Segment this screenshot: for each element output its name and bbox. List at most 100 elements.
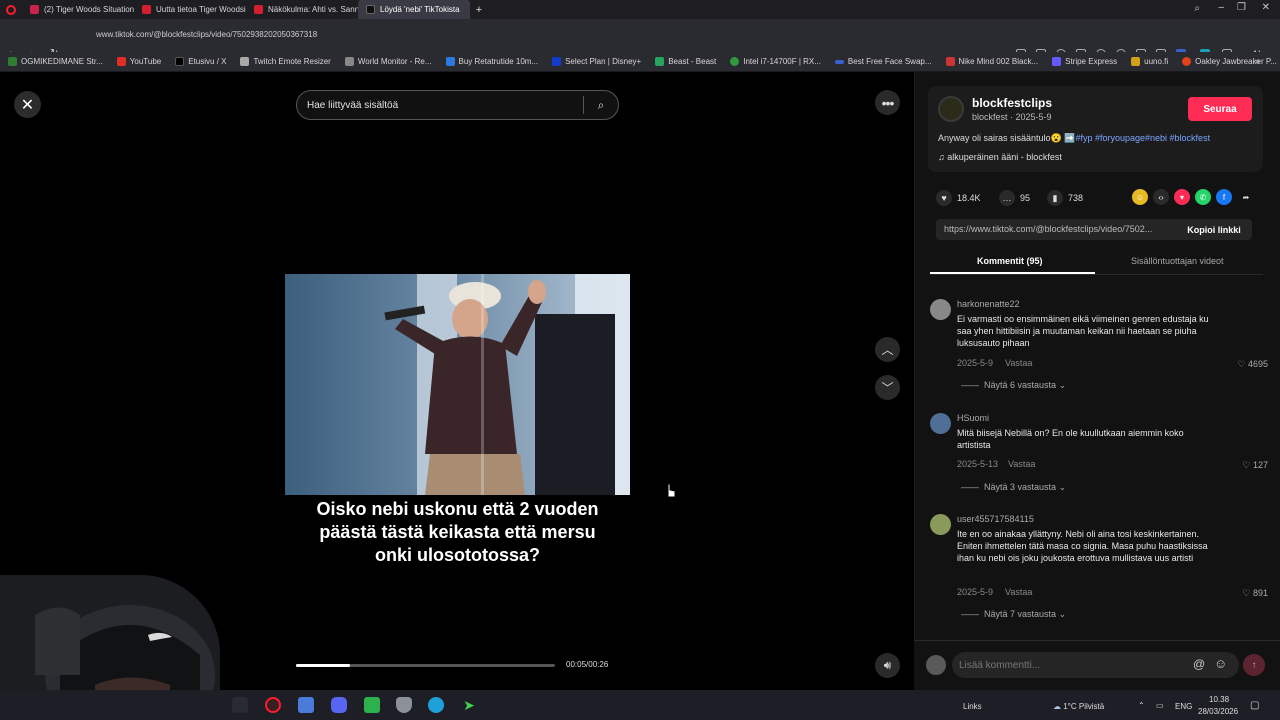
more-options-button[interactable]: ••• bbox=[875, 90, 900, 115]
bookmark-item[interactable]: Beast - Beast bbox=[655, 57, 716, 66]
video-progress-bar[interactable] bbox=[296, 664, 555, 667]
new-tab-icon[interactable]: + bbox=[470, 4, 488, 16]
reply-button[interactable]: Vastaa bbox=[1005, 587, 1032, 597]
bookmark-item[interactable]: World Monitor - Re... bbox=[344, 57, 432, 66]
commenter-avatar[interactable] bbox=[930, 514, 951, 535]
related-search-bar[interactable]: Hae liittyvää sisältöä ⌕ bbox=[296, 90, 619, 120]
bookmark-item[interactable]: Best Free Face Swap... bbox=[834, 57, 932, 66]
bookmark-label: Twitch Emote Resizer bbox=[253, 57, 331, 66]
bookmark-item[interactable]: Twitch Emote Resizer bbox=[240, 57, 331, 66]
embed-icon[interactable]: ‹› bbox=[1153, 189, 1169, 205]
browser-tab[interactable]: Uutta tietoa Tiger Woodsi bbox=[134, 0, 246, 19]
save-button[interactable]: ▮ 738 bbox=[1047, 190, 1083, 206]
description-text: Anyway oli sairas sisääntulo😮 ➡️ bbox=[938, 133, 1076, 143]
whatsapp-icon[interactable]: ✆ bbox=[1195, 189, 1211, 205]
opera-logo-icon[interactable] bbox=[0, 0, 22, 19]
comment-like-button[interactable]: ♡ 127 bbox=[1242, 460, 1268, 471]
reply-button[interactable]: Vastaa bbox=[1008, 459, 1035, 469]
commenter-avatar[interactable] bbox=[930, 299, 951, 320]
bookmark-item[interactable]: Nike Mind 002 Black... bbox=[945, 57, 1038, 66]
bookmark-item[interactable]: Intel i7-14700F | RX... bbox=[730, 57, 821, 66]
emoji-icon[interactable]: ☺ bbox=[1214, 656, 1227, 671]
bookmark-item[interactable]: OGMIKEDIMANE Str... bbox=[8, 57, 103, 66]
browser-tab-active[interactable]: Löydä 'nebi' TikTokista bbox=[358, 0, 470, 19]
facebook-icon[interactable]: f bbox=[1216, 189, 1232, 205]
video-progress-fill bbox=[296, 664, 351, 667]
next-video-button[interactable]: ﹀ bbox=[875, 375, 900, 400]
tab-creator-videos[interactable]: Sisällöntuottajan videot bbox=[1131, 256, 1224, 266]
notification-icon[interactable]: ▢ bbox=[1250, 700, 1259, 711]
kick-icon[interactable]: ➤ bbox=[461, 697, 477, 713]
close-window-icon[interactable]: ✕ bbox=[1262, 2, 1270, 13]
comment-button[interactable]: … 95 bbox=[999, 190, 1030, 206]
bookmark-label: Select Plan | Disney+ bbox=[565, 57, 642, 66]
opera-gx-icon[interactable] bbox=[265, 697, 281, 713]
bookmark-item[interactable]: Buy Retatrutide 10m... bbox=[445, 57, 538, 66]
sound-link[interactable]: ♫ alkuperäinen ääni - blockfest bbox=[938, 152, 1062, 162]
tab-divider bbox=[930, 274, 1263, 275]
bookmark-item[interactable]: Stripe Express bbox=[1052, 57, 1117, 66]
show-replies-button[interactable]: —— Näytä 3 vastausta ⌄ bbox=[961, 482, 1066, 493]
author-name[interactable]: blockfestclips bbox=[972, 96, 1052, 110]
previous-video-button[interactable]: ︿ bbox=[875, 337, 900, 362]
network-icon[interactable]: ▭ bbox=[1156, 701, 1164, 710]
bookmark-item[interactable]: uuno.fi bbox=[1131, 57, 1168, 66]
follow-button[interactable]: Seuraa bbox=[1188, 97, 1252, 121]
clock-time[interactable]: 10.38 bbox=[1209, 695, 1229, 704]
oakley-icon bbox=[1182, 57, 1192, 66]
language-indicator[interactable]: ENG bbox=[1175, 702, 1192, 711]
comment-icon: … bbox=[999, 190, 1015, 206]
video-frame[interactable] bbox=[285, 274, 630, 495]
heart-outline-icon: ♡ bbox=[1237, 359, 1248, 369]
game-launcher-icon[interactable] bbox=[364, 697, 380, 713]
send-icon[interactable]: ▾ bbox=[1174, 189, 1190, 205]
close-video-button[interactable]: ✕ bbox=[14, 91, 41, 118]
mention-icon[interactable]: @ bbox=[1193, 657, 1205, 671]
bookmark-favicon-icon bbox=[655, 57, 665, 66]
friends-share-icon[interactable]: ☺ bbox=[1132, 189, 1148, 205]
task-view-icon[interactable] bbox=[232, 697, 248, 713]
edge-icon[interactable] bbox=[428, 697, 444, 713]
tray-chevron-icon[interactable]: ⌃ bbox=[1138, 701, 1145, 710]
hashtags[interactable]: #fyp #foryoupage#nebi #blockfest bbox=[1075, 133, 1210, 143]
app-icon[interactable] bbox=[298, 697, 314, 713]
comment-like-button[interactable]: ♡ 891 bbox=[1242, 588, 1268, 599]
browser-tab[interactable]: Näkökulma: Ahti vs. Sann bbox=[246, 0, 358, 19]
share-icon[interactable]: ➦ bbox=[1238, 189, 1254, 205]
show-replies-button[interactable]: —— Näytä 6 vastausta ⌄ bbox=[961, 380, 1066, 391]
commenter-avatar[interactable] bbox=[930, 413, 951, 434]
show-replies-button[interactable]: —— Näytä 7 vastausta ⌄ bbox=[961, 609, 1066, 620]
bookmark-item[interactable]: Etusivu / X bbox=[175, 57, 226, 66]
search-input[interactable]: Hae liittyvää sisältöä bbox=[297, 100, 583, 111]
author-avatar[interactable] bbox=[938, 96, 964, 122]
show-replies-label: Näytä 7 vastausta bbox=[984, 609, 1057, 619]
comment-username[interactable]: HSuomi bbox=[957, 413, 989, 423]
comment-like-button[interactable]: ♡ 4695 bbox=[1237, 359, 1268, 370]
weather-widget[interactable]: ☁ 1°C Pilvistä bbox=[1053, 702, 1104, 711]
maximize-icon[interactable]: ❐ bbox=[1237, 2, 1246, 13]
tab-comments[interactable]: Kommentit (95) bbox=[977, 256, 1043, 266]
links-toolbar[interactable]: Links bbox=[963, 702, 982, 711]
volume-icon: 🔊︎ bbox=[883, 658, 892, 672]
bookmarks-overflow-icon[interactable]: » bbox=[1255, 56, 1260, 66]
minimize-icon[interactable]: – bbox=[1218, 2, 1224, 13]
browser-tab[interactable]: (2) Tiger Woods Situation bbox=[22, 0, 134, 19]
comment-username[interactable]: harkonenatte22 bbox=[957, 299, 1020, 309]
volume-button[interactable]: 🔊︎ bbox=[875, 653, 900, 678]
copy-link-button[interactable]: Kopioi linkki bbox=[1180, 219, 1248, 240]
comment-item: HSuomi Mitä biisejä Nebillä on? En ole k… bbox=[930, 413, 1270, 498]
bookmark-item[interactable]: Oakley Jawbreaker P... bbox=[1182, 57, 1277, 66]
bookmark-item[interactable]: Select Plan | Disney+ bbox=[552, 57, 641, 66]
search-icon[interactable]: ⌕ bbox=[584, 98, 618, 113]
video-link[interactable]: https://www.tiktok.com/@blockfestclips/v… bbox=[944, 224, 1174, 234]
post-comment-button[interactable]: ↑ bbox=[1243, 654, 1265, 676]
reply-button[interactable]: Vastaa bbox=[1005, 358, 1032, 368]
bookmark-item[interactable]: YouTube bbox=[116, 57, 161, 66]
search-tabs-icon[interactable]: ⌕ bbox=[1194, 3, 1200, 14]
like-button[interactable]: ♥ 18.4K bbox=[936, 190, 981, 206]
shield-app-icon[interactable] bbox=[396, 697, 412, 713]
comment-username[interactable]: user455717584115 bbox=[957, 514, 1034, 524]
clock-date[interactable]: 28/03/2026 bbox=[1198, 707, 1238, 716]
url-field[interactable]: www.tiktok.com/@blockfestclips/video/750… bbox=[96, 30, 317, 39]
discord-icon[interactable] bbox=[331, 697, 347, 713]
